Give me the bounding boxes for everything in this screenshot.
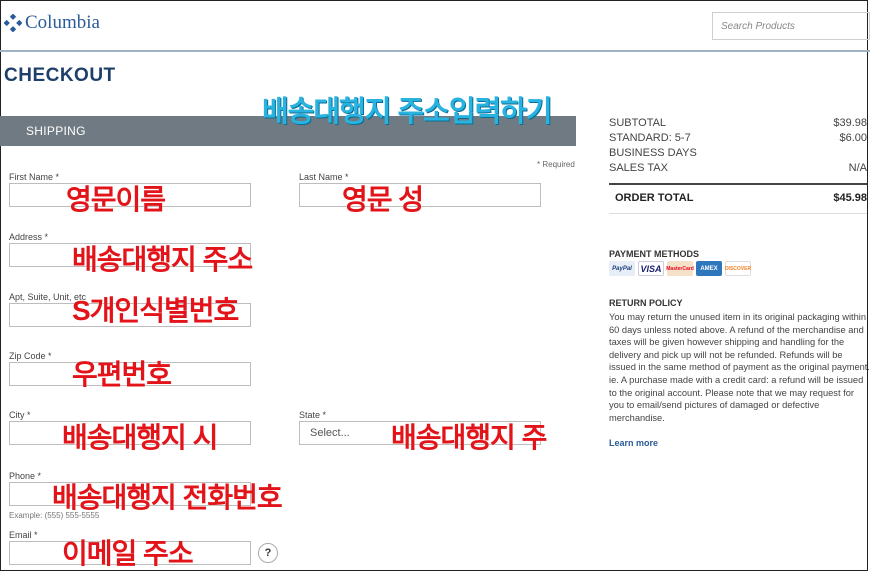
shipping-label: STANDARD: 5-7	[609, 132, 691, 144]
total-divider	[609, 213, 867, 214]
tax-row: SALES TAX N/A	[609, 161, 867, 176]
summary-divider	[609, 183, 867, 185]
search-input[interactable]: Search Products	[712, 12, 870, 40]
paypal-card-icon: PayPal	[609, 261, 635, 276]
annotation-first-name: 영문이름	[66, 184, 166, 215]
annotation-zip: 우편번호	[72, 359, 172, 390]
payment-cards: PayPal VISA MasterCard AMEX DISCOVER	[609, 261, 754, 276]
city-label: City *	[9, 410, 31, 420]
shipping-label-line2: BUSINESS DAYS	[609, 147, 697, 159]
subtotal-row: SUBTOTAL $39.98	[609, 116, 867, 131]
annotation-apt: S개인식별번호	[72, 295, 239, 326]
annotation-address: 배송대행지 주소	[72, 244, 253, 275]
order-total-value: $45.98	[833, 192, 867, 204]
logo-text: Columbia	[25, 12, 100, 33]
columbia-logo[interactable]: Columbia	[4, 12, 100, 34]
address-label: Address *	[9, 232, 49, 242]
order-total-label: ORDER TOTAL	[615, 192, 694, 204]
state-label: State *	[299, 410, 327, 420]
subtotal-value: $39.98	[833, 117, 867, 129]
email-help-icon[interactable]: ?	[258, 543, 278, 563]
payment-methods-title: PAYMENT METHODS	[609, 249, 700, 259]
first-name-label: First Name *	[9, 172, 60, 182]
shipping-section-title: SHIPPING	[26, 124, 86, 138]
email-label: Email *	[9, 530, 38, 540]
annotation-last-name: 영문 성	[342, 184, 424, 215]
annotation-title: 배송대행지 주소입력하기	[262, 96, 553, 128]
shipping-row-continued: BUSINESS DAYS	[609, 146, 867, 161]
annotation-state: 배송대행지 주	[391, 422, 547, 453]
annotation-phone: 배송대행지 전화번호	[52, 482, 283, 513]
subtotal-label: SUBTOTAL	[609, 117, 667, 129]
annotation-email: 이메일 주소	[62, 538, 194, 569]
learn-more-link[interactable]: Learn more	[609, 438, 658, 448]
zip-label: Zip Code *	[9, 351, 52, 361]
tax-value: N/A	[848, 162, 867, 174]
required-note: * Required	[537, 160, 575, 169]
columbia-diamond-icon	[4, 14, 22, 32]
phone-label: Phone *	[9, 471, 42, 481]
page-title: CHECKOUT	[4, 65, 116, 86]
annotation-city: 배송대행지 시	[62, 422, 218, 453]
return-policy-title: RETURN POLICY	[609, 298, 683, 308]
amex-card-icon: AMEX	[696, 261, 722, 276]
shipping-row: STANDARD: 5-7 $6.00	[609, 131, 867, 146]
order-summary: SUBTOTAL $39.98 STANDARD: 5-7 $6.00 BUSI…	[609, 116, 867, 176]
mastercard-card-icon: MasterCard	[666, 261, 694, 276]
discover-card-icon: DISCOVER	[725, 261, 751, 276]
order-total-row: ORDER TOTAL $45.98	[615, 192, 867, 204]
tax-label: SALES TAX	[609, 162, 668, 174]
shipping-value: $6.00	[839, 132, 867, 144]
return-policy-text: You may return the unused item in its or…	[609, 312, 870, 423]
visa-card-icon: VISA	[638, 261, 664, 276]
site-header: Columbia Search Products	[0, 0, 870, 52]
